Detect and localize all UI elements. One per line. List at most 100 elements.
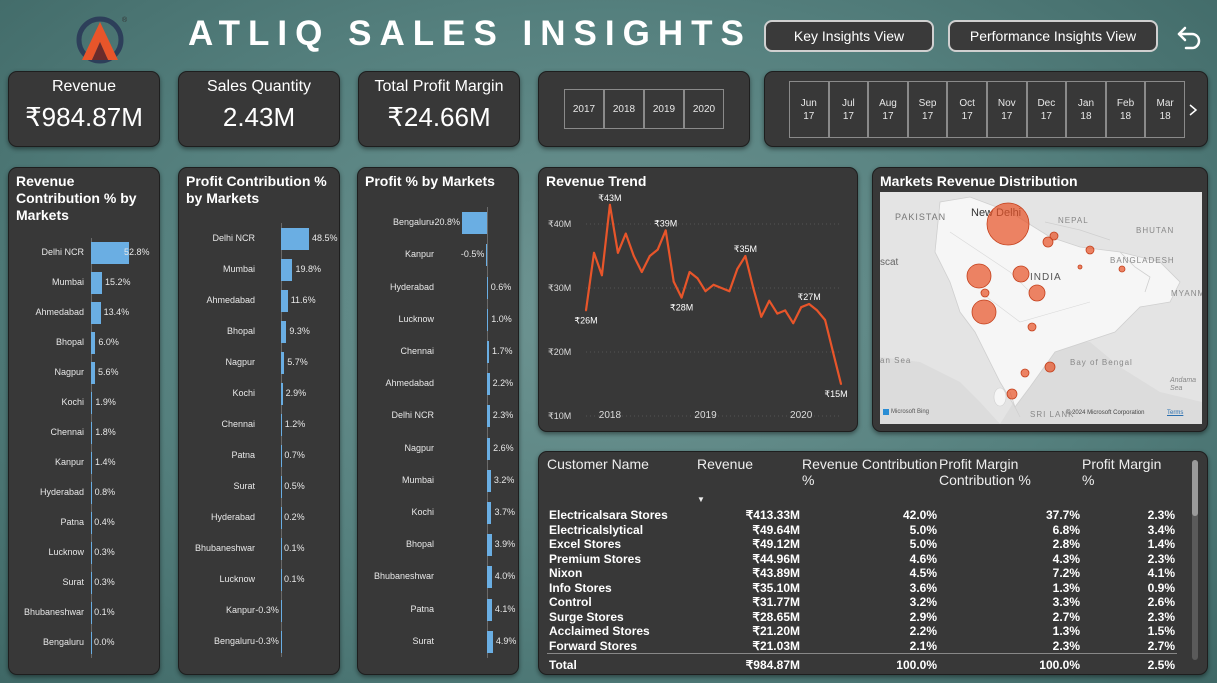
bar[interactable] — [487, 437, 491, 460]
data-point[interactable] — [720, 287, 723, 289]
bar-row[interactable]: Bengaluru -0.3% — [179, 630, 339, 653]
bar[interactable] — [487, 276, 488, 299]
bar[interactable] — [91, 392, 93, 414]
bar-row[interactable]: Hyderabad 0.6% — [358, 276, 518, 299]
back-arrow-icon[interactable] — [1176, 22, 1204, 50]
market-bubble[interactable] — [1118, 265, 1126, 273]
data-point[interactable] — [736, 267, 739, 270]
data-point[interactable] — [648, 255, 651, 257]
bar[interactable] — [281, 227, 310, 250]
key-insights-button[interactable]: Key Insights View — [764, 20, 934, 52]
bar[interactable] — [487, 598, 492, 621]
col-header[interactable]: Revenue Contribution % — [802, 456, 939, 508]
bar-row[interactable]: Bhubaneshwar 4.0% — [358, 566, 518, 589]
bar[interactable] — [281, 568, 282, 591]
month-option[interactable]: Sep 17 — [907, 81, 948, 138]
bar[interactable] — [281, 506, 282, 529]
performance-insights-button[interactable]: Performance Insights View — [948, 20, 1158, 52]
bar-row[interactable]: Delhi NCR 48.5% — [179, 227, 339, 250]
bar[interactable] — [91, 632, 92, 654]
month-option[interactable]: Feb 18 — [1105, 81, 1146, 138]
table-row[interactable]: Electricalsara Stores ₹413.33M 42.0% 37.7% 2… — [547, 508, 1177, 523]
bar-row[interactable]: Nagpur 2.6% — [358, 437, 518, 460]
bar-row[interactable]: Chennai 1.2% — [179, 413, 339, 436]
bar[interactable] — [281, 537, 282, 560]
bar-row[interactable]: Bhubaneshwar 0.1% — [179, 537, 339, 560]
bar[interactable] — [487, 501, 492, 524]
data-point[interactable] — [800, 306, 803, 309]
bar-row[interactable]: Bengaluru 0.0% — [9, 632, 159, 654]
data-point[interactable] — [744, 255, 747, 257]
bar-row[interactable]: Bhopal 6.0% — [9, 332, 159, 354]
data-point[interactable] — [808, 303, 811, 305]
market-bubble[interactable] — [966, 263, 992, 289]
bar[interactable] — [281, 413, 282, 436]
table-row[interactable]: Control ₹31.77M 3.2% 3.3% 2.6% — [547, 595, 1177, 610]
month-option[interactable]: Nov 17 — [986, 81, 1027, 138]
data-point[interactable] — [656, 248, 659, 251]
data-point[interactable] — [760, 315, 763, 318]
market-bubble[interactable] — [1049, 231, 1059, 241]
bar-row[interactable]: Lucknow 0.3% — [9, 542, 159, 564]
bar[interactable] — [91, 272, 102, 294]
bar[interactable] — [280, 630, 282, 653]
bar[interactable] — [91, 572, 92, 594]
bar-row[interactable]: Kochi 1.9% — [9, 392, 159, 414]
bar[interactable] — [281, 320, 287, 343]
bar-row[interactable]: Kanpur -0.5% — [358, 244, 518, 267]
bar-row[interactable]: Nagpur 5.7% — [179, 351, 339, 374]
table-row[interactable]: Forward Stores ₹21.03M 2.1% 2.3% 2.7% — [547, 639, 1177, 654]
bar-row[interactable]: Chennai 1.8% — [9, 422, 159, 444]
bar-row[interactable]: Kanpur -0.3% — [179, 599, 339, 622]
bar-row[interactable]: Lucknow 1.0% — [358, 308, 518, 331]
chevron-right-icon[interactable] — [1188, 103, 1198, 117]
data-point[interactable] — [632, 255, 635, 257]
scrollbar-thumb[interactable] — [1192, 460, 1198, 516]
data-point[interactable] — [840, 383, 842, 385]
bar-row[interactable]: Ahmedabad 13.4% — [9, 302, 159, 324]
bar[interactable] — [487, 534, 492, 557]
data-point[interactable] — [664, 229, 667, 232]
data-point[interactable] — [824, 319, 827, 321]
bar[interactable] — [91, 332, 96, 354]
bar-row[interactable]: Hyderabad 0.2% — [179, 506, 339, 529]
year-option[interactable]: 2020 — [684, 89, 724, 129]
bar-row[interactable]: Patna 4.1% — [358, 598, 518, 621]
data-point[interactable] — [592, 251, 595, 254]
bar-row[interactable]: Patna 0.7% — [179, 444, 339, 467]
market-bubble[interactable] — [980, 288, 990, 298]
bar-row[interactable]: Ahmedabad 2.2% — [358, 373, 518, 396]
bar-row[interactable]: Kanpur 1.4% — [9, 452, 159, 474]
bar-row[interactable]: Mumbai 15.2% — [9, 272, 159, 294]
market-bubble[interactable] — [1028, 284, 1046, 302]
bar[interactable] — [91, 362, 96, 384]
data-point[interactable] — [600, 274, 603, 277]
data-point[interactable] — [728, 290, 731, 293]
data-point[interactable] — [616, 251, 619, 254]
bar[interactable] — [487, 340, 490, 363]
bar[interactable] — [91, 512, 92, 534]
market-bubble[interactable] — [1044, 361, 1056, 373]
bar-row[interactable]: Bhopal 9.3% — [179, 320, 339, 343]
data-point[interactable] — [608, 203, 611, 206]
bar[interactable] — [91, 302, 101, 324]
col-header[interactable]: Profit Margin % — [1082, 456, 1177, 508]
month-option[interactable]: Jan 18 — [1066, 81, 1106, 138]
bar-row[interactable]: Surat 0.3% — [9, 572, 159, 594]
bar[interactable] — [281, 258, 293, 281]
bar[interactable] — [487, 308, 489, 331]
table-row[interactable]: Nixon ₹43.89M 4.5% 7.2% 4.1% — [547, 566, 1177, 581]
col-header-revenue[interactable]: Revenue ▼ — [697, 456, 802, 508]
market-bubble[interactable] — [1077, 264, 1083, 270]
map-terms-link[interactable]: Terms — [1167, 410, 1183, 416]
bar[interactable] — [487, 405, 490, 428]
bar[interactable] — [281, 289, 288, 312]
month-option[interactable]: Jul 17 — [828, 81, 869, 138]
bar-row[interactable]: Kochi 3.7% — [358, 501, 518, 524]
bar[interactable] — [281, 444, 282, 467]
year-option[interactable]: 2019 — [644, 89, 684, 129]
data-point[interactable] — [672, 280, 675, 283]
month-option[interactable]: Jun 17 — [789, 81, 829, 138]
data-point[interactable] — [784, 309, 787, 312]
table-row[interactable]: Premium Stores ₹44.96M 4.6% 4.3% 2.3% — [547, 552, 1177, 567]
